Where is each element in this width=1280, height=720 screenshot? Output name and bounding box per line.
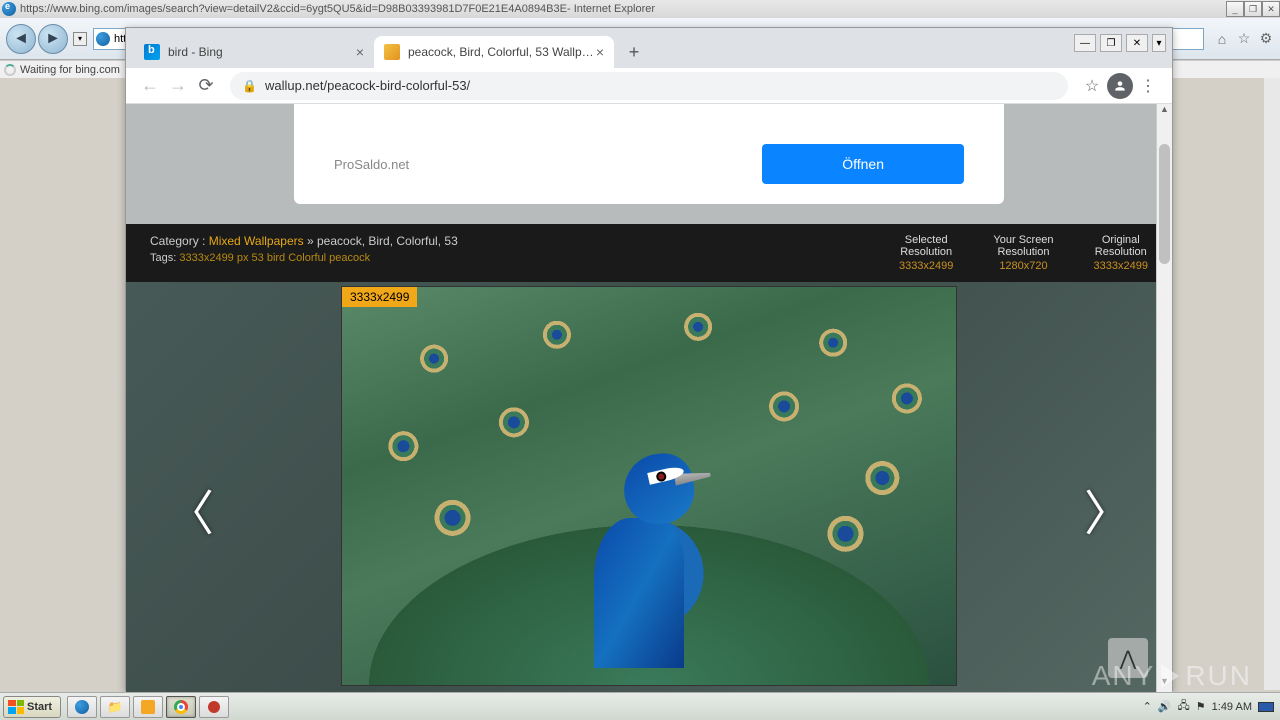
- tags-links[interactable]: 3333x2499 px 53 bird Colorful peacock: [179, 252, 370, 264]
- info-bar: Category : Mixed Wallpapers » peacock, B…: [126, 224, 1172, 282]
- ie-back-button[interactable]: ◄: [6, 24, 36, 54]
- wallpaper-viewer: 〈 3333x2499 〉: [126, 282, 1172, 686]
- category-link[interactable]: Mixed Wallpapers: [209, 234, 304, 248]
- breadcrumb: Category : Mixed Wallpapers » peacock, B…: [150, 234, 458, 272]
- taskbar-app[interactable]: [199, 696, 229, 718]
- ad-open-button[interactable]: Öffnen: [762, 144, 964, 184]
- chrome-menu-button[interactable]: ⋮: [1134, 72, 1162, 100]
- lock-icon: 🔒: [242, 79, 257, 93]
- chrome-address-bar[interactable]: 🔒 wallup.net/peacock-bird-colorful-53/: [230, 72, 1068, 100]
- windows-logo-icon: [8, 700, 24, 714]
- chrome-window: bird - Bing × peacock, Bird, Colorful, 5…: [125, 27, 1173, 691]
- tray-volume-icon[interactable]: 🔊: [1158, 700, 1172, 713]
- category-label: Category :: [150, 234, 205, 248]
- ie-status-text: Waiting for bing.com: [20, 64, 120, 76]
- breadcrumb-current: peacock, Bird, Colorful, 53: [317, 234, 458, 248]
- ie-favorites-icon[interactable]: ☆: [1236, 31, 1252, 47]
- taskbar-media[interactable]: [133, 696, 163, 718]
- tray-monitor-icon[interactable]: [1258, 702, 1274, 712]
- chrome-tab-strip: bird - Bing × peacock, Bird, Colorful, 5…: [126, 28, 1172, 68]
- ad-container: ProSaldo.net Öffnen: [126, 104, 1172, 224]
- screen-resolution: Your Screen Resolution 1280x720: [993, 234, 1053, 272]
- prev-image-button[interactable]: 〈: [166, 474, 214, 544]
- taskbar-explorer[interactable]: 📁: [100, 696, 130, 718]
- system-tray: ⌃ 🔊 🖧 ⚑ 1:49 AM: [1143, 697, 1280, 716]
- ie-title-suffix: - Internet Explorer: [567, 3, 655, 15]
- new-tab-button[interactable]: +: [620, 38, 648, 66]
- resolution-panel: Selected Resolution 3333x2499 Your Scree…: [899, 234, 1148, 272]
- chrome-url-text: wallup.net/peacock-bird-colorful-53/: [265, 78, 470, 93]
- ie-forward-button[interactable]: ►: [38, 24, 68, 54]
- chrome-maximize-button[interactable]: ❐: [1100, 34, 1122, 52]
- selected-resolution: Selected Resolution 3333x2499: [899, 234, 953, 272]
- wallup-favicon-icon: [384, 44, 400, 60]
- tab-bird-bing[interactable]: bird - Bing ×: [134, 36, 374, 68]
- tab-title: peacock, Bird, Colorful, 53 Wallpape: [408, 45, 596, 59]
- chrome-close-button[interactable]: ✕: [1126, 34, 1148, 52]
- chrome-reload-button[interactable]: ⟳: [192, 72, 220, 100]
- chrome-scrollbar[interactable]: ▲ ▼: [1156, 104, 1172, 692]
- tab-close-icon[interactable]: ×: [596, 44, 604, 60]
- tray-expand-icon[interactable]: ⌃: [1143, 700, 1152, 713]
- page-content: ProSaldo.net Öffnen Category : Mixed Wal…: [126, 104, 1172, 692]
- tray-network-icon[interactable]: 🖧: [1178, 697, 1190, 716]
- chrome-dropdown-button[interactable]: ▾: [1152, 34, 1166, 52]
- tab-close-icon[interactable]: ×: [356, 44, 364, 60]
- ie-tools-icon[interactable]: ⚙: [1258, 31, 1274, 47]
- ie-title-url: https://www.bing.com/images/search?view=…: [20, 3, 567, 15]
- loading-spinner-icon: [4, 64, 16, 76]
- taskbar-chrome[interactable]: [166, 696, 196, 718]
- ad-brand: ProSaldo.net: [334, 157, 409, 172]
- ie-home-icon[interactable]: ⌂: [1214, 31, 1230, 47]
- scroll-to-top-button[interactable]: ⋀: [1108, 638, 1148, 678]
- next-image-button[interactable]: 〉: [1084, 474, 1132, 544]
- ie-logo-icon: [2, 2, 16, 16]
- tab-title: bird - Bing: [168, 45, 356, 59]
- ie-minimize-button[interactable]: _: [1226, 1, 1244, 17]
- chrome-back-button[interactable]: ←: [136, 72, 164, 100]
- original-resolution: Original Resolution 3333x2499: [1094, 234, 1148, 272]
- tags-label: Tags:: [150, 252, 176, 264]
- ie-close-button[interactable]: ✕: [1262, 1, 1280, 17]
- bookmark-star-icon[interactable]: ☆: [1078, 72, 1106, 100]
- ie-favicon-icon: [96, 32, 110, 46]
- scroll-up-icon[interactable]: ▲: [1157, 104, 1172, 120]
- tray-flag-icon[interactable]: ⚑: [1196, 700, 1206, 713]
- bing-favicon-icon: [144, 44, 160, 60]
- start-button[interactable]: Start: [3, 696, 61, 718]
- peacock-head: [620, 450, 699, 529]
- ie-scrollbar[interactable]: [1264, 60, 1280, 690]
- chrome-forward-button[interactable]: →: [164, 72, 192, 100]
- ad-box: ProSaldo.net Öffnen: [294, 104, 1004, 204]
- profile-button[interactable]: [1106, 72, 1134, 100]
- chrome-toolbar: ← → ⟳ 🔒 wallup.net/peacock-bird-colorful…: [126, 68, 1172, 104]
- wallpaper-image[interactable]: 3333x2499: [341, 286, 957, 686]
- taskbar-ie[interactable]: [67, 696, 97, 718]
- resolution-badge: 3333x2499: [342, 287, 417, 307]
- tab-peacock[interactable]: peacock, Bird, Colorful, 53 Wallpape ×: [374, 36, 614, 68]
- ie-dropdown-button[interactable]: ▾: [73, 32, 87, 46]
- scroll-down-icon[interactable]: ▼: [1157, 676, 1172, 692]
- breadcrumb-sep: »: [307, 234, 314, 248]
- scroll-thumb[interactable]: [1159, 144, 1170, 264]
- ie-title-bar: https://www.bing.com/images/search?view=…: [0, 0, 1280, 18]
- chrome-minimize-button[interactable]: —: [1074, 34, 1096, 52]
- ie-maximize-button[interactable]: ❐: [1244, 1, 1262, 17]
- tray-clock[interactable]: 1:49 AM: [1212, 701, 1252, 713]
- peacock-neck: [594, 518, 684, 668]
- taskbar: Start 📁 ⌃ 🔊 🖧 ⚑ 1:49 AM: [0, 692, 1280, 720]
- avatar-icon: [1107, 73, 1133, 99]
